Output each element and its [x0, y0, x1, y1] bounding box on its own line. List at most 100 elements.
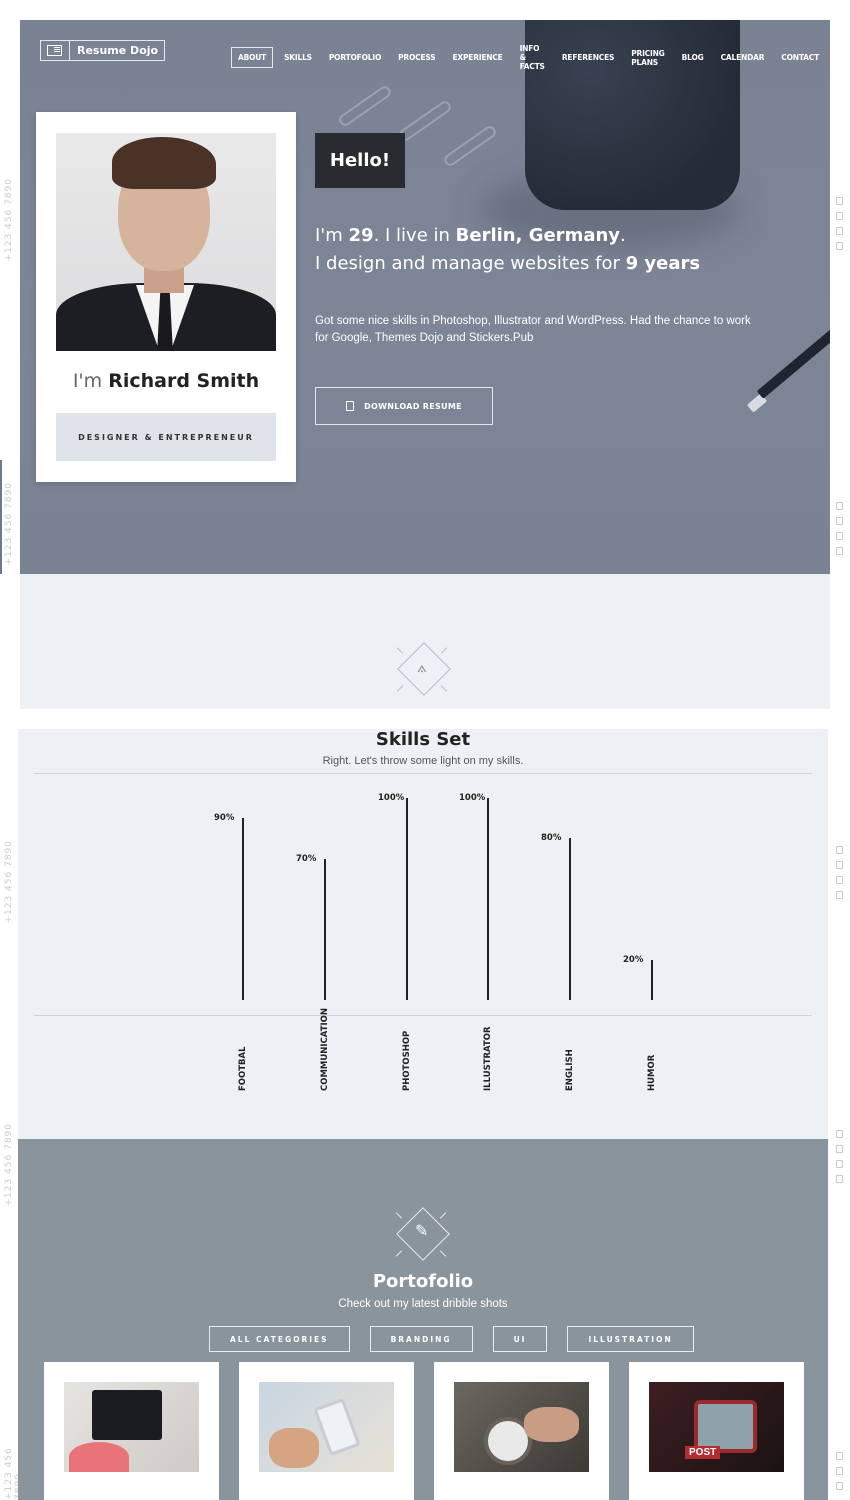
intro-description: Got some nice skills in Photoshop, Illus…: [315, 315, 751, 344]
nav-process[interactable]: PROCESS: [392, 48, 441, 67]
social-links: [836, 1130, 844, 1183]
paperclip: [336, 83, 394, 129]
facebook-icon[interactable]: [836, 846, 843, 854]
dribbble-icon[interactable]: [836, 242, 843, 250]
social-links: [836, 502, 844, 555]
twitter-icon[interactable]: [836, 1145, 843, 1153]
intro-age: 29: [348, 225, 374, 246]
portfolio-image-radio: [649, 1382, 784, 1472]
intro-line-2: I design and manage websites for 9 years: [315, 250, 700, 278]
twitter-icon[interactable]: [836, 861, 843, 869]
instagram-icon[interactable]: [836, 1160, 843, 1168]
filter-ui[interactable]: UI: [492, 1326, 548, 1352]
dribbble-icon[interactable]: [836, 547, 843, 555]
skills-subtitle: Right. Let's throw some light on my skil…: [322, 755, 524, 767]
skill-category-label: COMMUNICATION: [320, 1007, 330, 1091]
nav-pricing-plans[interactable]: PRICING PLANS: [625, 44, 670, 72]
skill-category-label: HUMOR: [647, 1054, 657, 1091]
skill-value-label: 80%: [541, 833, 562, 843]
skill-value-label: 100%: [378, 793, 405, 803]
phone-number: +123 456 7890: [4, 482, 14, 566]
filter-all-categories[interactable]: ALL CATEGORIES: [209, 1326, 350, 1352]
nav-references[interactable]: REFERENCES: [556, 48, 620, 67]
nav-portofolio[interactable]: PORTOFOLIO: [323, 48, 387, 67]
portfolio-item[interactable]: [44, 1362, 219, 1500]
filter-branding[interactable]: BRANDING: [369, 1326, 473, 1352]
portfolio-image-laptop: [64, 1382, 199, 1472]
skill-bar: [406, 798, 408, 1000]
portfolio-image-watch: [454, 1382, 589, 1472]
icon-ray: [395, 1250, 403, 1257]
intro-text: I'm 29. I live in Berlin, Germany. I des…: [315, 222, 700, 278]
pencil: [756, 294, 830, 399]
name-value: Richard Smith: [108, 370, 260, 392]
nav-contact[interactable]: CONTACT: [775, 48, 825, 67]
twitter-icon[interactable]: [836, 1467, 843, 1475]
skill-category-label: PHOTOSHOP: [402, 1030, 412, 1091]
logo[interactable]: Resume Dojo: [40, 40, 166, 61]
photo-hair: [112, 137, 216, 189]
skill-value-label: 70%: [296, 854, 317, 864]
twitter-icon[interactable]: [836, 212, 843, 220]
dribbble-icon[interactable]: [836, 1175, 843, 1183]
nav-blog[interactable]: BLOG: [676, 48, 710, 67]
portfolio-item[interactable]: [239, 1362, 414, 1500]
portfolio-grid: [44, 1362, 804, 1500]
profile-role: DESIGNER & ENTREPRENEUR: [56, 413, 276, 461]
nav-calendar[interactable]: CALENDAR: [715, 48, 771, 67]
document-icon: [47, 45, 62, 56]
filter-illustration[interactable]: ILLUSTRATION: [567, 1326, 694, 1352]
profile-card: I'm Richard Smith DESIGNER & ENTREPRENEU…: [36, 112, 296, 482]
logo-text: Resume Dojo: [77, 44, 159, 57]
facebook-icon[interactable]: [836, 197, 843, 205]
portfolio-item[interactable]: [629, 1362, 804, 1500]
main-nav: ABOUT SKILLS PORTOFOLIO PROCESS EXPERIEN…: [231, 39, 830, 76]
skill-value-label: 100%: [459, 793, 486, 803]
instagram-icon[interactable]: [836, 227, 843, 235]
instagram-icon[interactable]: [836, 876, 843, 884]
portfolio-section: ✎ Portofolio Check out my latest dribble…: [18, 1139, 828, 1500]
portfolio-title: Portofolio: [372, 1271, 474, 1292]
facebook-icon[interactable]: [836, 1452, 843, 1460]
compass-icon: ⟑: [417, 659, 427, 676]
skills-baseline: [34, 1015, 812, 1016]
nav-about[interactable]: ABOUT: [231, 47, 274, 68]
portfolio-item[interactable]: [434, 1362, 609, 1500]
profile-name: I'm Richard Smith: [36, 370, 296, 392]
intro-city: Berlin, Germany: [455, 225, 621, 246]
skill-value-label: 20%: [623, 955, 644, 965]
download-resume-button[interactable]: DOWNLOAD RESUME: [315, 387, 493, 425]
skill-category-label: ILLUSTRATOR: [483, 1026, 493, 1091]
skills-title: Skills Set: [375, 729, 471, 750]
dribbble-icon[interactable]: [836, 891, 843, 899]
nav-info-facts[interactable]: INFO & FACTS: [514, 39, 551, 76]
skill-bar: [651, 960, 653, 1000]
skills-top-rule: [34, 773, 812, 774]
nav-experience[interactable]: EXPERIENCE: [446, 48, 508, 67]
social-links: [836, 1452, 844, 1490]
intro-text-part: I design and manage websites for: [315, 253, 626, 274]
nav-skills[interactable]: SKILLS: [278, 48, 318, 67]
skill-bar: [487, 798, 489, 1000]
twitter-icon[interactable]: [836, 517, 843, 525]
hero-section: Resume Dojo ABOUT SKILLS PORTOFOLIO PROC…: [20, 20, 830, 574]
skills-section: Skills Set Right. Let's throw some light…: [18, 729, 828, 1139]
file-icon: [346, 401, 355, 411]
phone-number: +123 456 7890: [4, 1123, 14, 1207]
facebook-icon[interactable]: [836, 1130, 843, 1138]
skill-bar: [242, 818, 244, 1000]
intro-line-1: I'm 29. I live in Berlin, Germany.: [315, 222, 700, 250]
icon-ray: [439, 1212, 447, 1219]
intro-years: 9 years: [625, 253, 701, 274]
icon-ray: [439, 1250, 447, 1257]
phone-number: +123 456 7890: [4, 840, 14, 924]
icon-ray: [440, 685, 448, 692]
instagram-icon[interactable]: [836, 532, 843, 540]
paperclip: [396, 98, 454, 144]
instagram-icon[interactable]: [836, 1482, 843, 1490]
intro-text-part: .: [620, 225, 626, 246]
pencil-ruler-icon: ✎: [415, 1223, 429, 1240]
facebook-icon[interactable]: [836, 502, 843, 510]
icon-ray: [440, 647, 448, 654]
profile-photo: [56, 133, 276, 351]
